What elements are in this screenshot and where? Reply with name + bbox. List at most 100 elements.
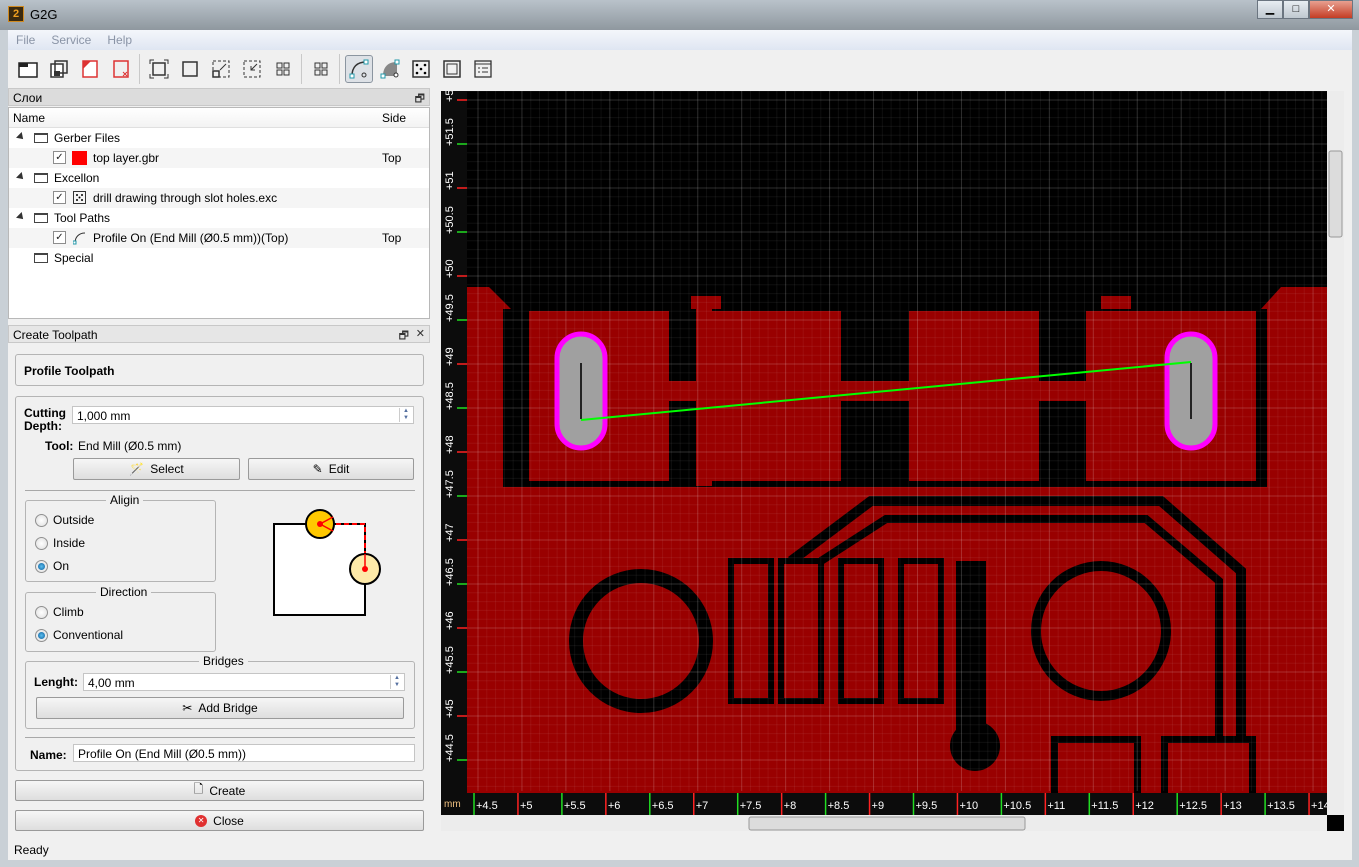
column-side[interactable]: Side [382, 111, 406, 125]
toolpath-dock-title: Create Toolpath 🗗 ✕ [8, 325, 430, 343]
tree-group-toolpaths[interactable]: Tool Paths [9, 208, 429, 228]
close-window-button[interactable]: ✕ [1309, 0, 1353, 19]
zoom-in-button[interactable] [207, 55, 235, 83]
x-tick-label: +5.5 [564, 800, 586, 812]
menu-file[interactable]: File [8, 30, 43, 50]
drill-button[interactable] [407, 55, 435, 83]
cutout-button[interactable] [438, 55, 466, 83]
scroll-corner [1327, 815, 1344, 831]
grid-button[interactable] [307, 55, 335, 83]
tree-item-profile[interactable]: ✓ Profile On (End Mill (Ø0.5 mm))(Top) Top [9, 228, 429, 248]
select-label: Select [150, 462, 184, 476]
close-circle-icon: ✕ [195, 814, 208, 827]
radio-inside[interactable] [35, 537, 48, 550]
cutout-icon [442, 60, 461, 78]
pocket-toolpath-button[interactable] [376, 55, 404, 83]
close-layer-button[interactable] [107, 55, 135, 83]
zoom-fit-button[interactable] [145, 55, 173, 83]
remove-layer-button[interactable] [76, 55, 104, 83]
tree-group-gerber[interactable]: Gerber Files [9, 128, 429, 148]
radio-outside-label[interactable]: Outside [53, 513, 94, 527]
toolpath-name-input[interactable]: Profile On (End Mill (Ø0.5 mm)) [73, 744, 415, 762]
layer-name: Profile On (End Mill (Ø0.5 mm))(Top) [93, 231, 289, 245]
bridges-group: Bridges Lenght: 4,00 mm ▲ ▼ ✂ Add Bridge [25, 654, 415, 729]
tree-item-top-layer[interactable]: ✓ top layer.gbr Top [9, 148, 429, 168]
x-tick-label: +6 [608, 800, 621, 812]
scissors-icon: ✂ [182, 701, 193, 715]
float-dock-icon[interactable]: 🗗 [399, 327, 409, 346]
layer-color-swatch[interactable] [72, 151, 87, 165]
zoom-out-icon [243, 60, 260, 78]
x-tick-label: +6.5 [652, 800, 674, 812]
bridge-length-spinner[interactable]: ▲ ▼ [390, 675, 403, 689]
pcb-canvas[interactable]: +52 +51.5 +51 +50.5 +50 +49.5 +49 +48.5 +48 +47.5… [441, 91, 1344, 831]
close-label: Close [213, 813, 244, 828]
x-tick-label: +10.5 [1003, 800, 1031, 812]
unit-label: mm [444, 799, 461, 810]
x-tick-label: +8.5 [828, 800, 850, 812]
create-toolpath-panel: Profile Toolpath Cutting Depth: 1,000 mm… [8, 345, 430, 835]
y-tick-label: +52 [444, 91, 456, 102]
tool-value: End Mill (Ø0.5 mm) [78, 439, 182, 453]
maximize-button[interactable]: □ [1283, 0, 1309, 19]
zoom-board-button[interactable] [176, 55, 204, 83]
tree-group-excellon[interactable]: Excellon [9, 168, 429, 188]
menu-help[interactable]: Help [99, 30, 140, 50]
create-button[interactable]: 🗋 Create [15, 780, 424, 801]
pcb-view[interactable]: +52 +51.5 +51 +50.5 +50 +49.5 +49 +48.5 +48 +47.5… [441, 91, 1344, 831]
x-tick-label: +10 [959, 800, 978, 812]
visibility-checkbox[interactable]: ✓ [53, 231, 66, 244]
x-tick-label: +9.5 [916, 800, 938, 812]
save-icon [49, 60, 68, 78]
menu-service[interactable]: Service [43, 30, 99, 50]
bridge-length-label: Lenght: [34, 675, 78, 689]
radio-on[interactable] [35, 560, 48, 573]
open-button[interactable] [14, 55, 42, 83]
zoom-board-icon [181, 61, 198, 77]
add-bridge-button[interactable]: ✂ Add Bridge [36, 697, 404, 719]
copper-pad [909, 311, 1039, 481]
profile-toolpath-button[interactable] [344, 55, 373, 83]
close-button[interactable]: ✕ Close [15, 810, 424, 831]
radio-outside[interactable] [35, 514, 48, 527]
visibility-checkbox[interactable]: ✓ [53, 191, 66, 204]
x-tick-label: +5 [520, 800, 533, 812]
save-button[interactable] [45, 55, 73, 83]
visibility-checkbox[interactable]: ✓ [53, 151, 66, 164]
horizontal-scroll-thumb [748, 816, 1026, 831]
edit-tool-button[interactable]: ✎ Edit [248, 458, 414, 480]
x-tick-label: +12.5 [1179, 800, 1207, 812]
minimize-button[interactable]: ▁ [1257, 0, 1283, 19]
menu-bar: File Service Help [8, 30, 1352, 50]
x-tick-label: +7 [696, 800, 709, 812]
layer-side: Top [382, 151, 402, 165]
radio-climb-label[interactable]: Climb [53, 605, 84, 619]
group-label: Excellon [54, 171, 100, 185]
zoom-all-button[interactable] [269, 55, 297, 83]
zoom-out-button[interactable] [238, 55, 266, 83]
app-logo-icon: 2 [8, 6, 24, 22]
y-tick-label: +48.5 [444, 382, 456, 410]
tree-item-drill[interactable]: ✓ drill drawing through slot holes.exc [9, 188, 429, 208]
x-tick-label: +11.5 [1091, 800, 1118, 812]
close-dock-icon[interactable]: ✕ [416, 327, 425, 340]
folder-icon [34, 173, 48, 183]
bridge-length-input[interactable]: 4,00 mm ▲ ▼ [83, 673, 405, 691]
select-tool-button[interactable]: 🪄 Select [73, 458, 240, 480]
cutting-depth-input[interactable]: 1,000 mm ▲ ▼ [72, 406, 414, 424]
radio-inside-label[interactable]: Inside [53, 536, 85, 550]
tree-group-special[interactable]: Special [9, 248, 429, 268]
cutting-depth-spinner[interactable]: ▲ ▼ [399, 408, 412, 422]
open-folder-icon [17, 62, 38, 78]
settings-button[interactable] [469, 55, 497, 83]
copper-trace [1039, 381, 1086, 401]
tool-label: Tool: [45, 439, 74, 453]
radio-on-label[interactable]: On [53, 559, 69, 573]
close-layer-icon [112, 60, 129, 78]
bridges-title: Bridges [199, 654, 248, 668]
column-name[interactable]: Name [13, 111, 45, 125]
radio-conventional[interactable] [35, 629, 48, 642]
radio-climb[interactable] [35, 606, 48, 619]
zoom-in-icon [211, 60, 229, 78]
radio-conventional-label[interactable]: Conventional [53, 628, 123, 642]
